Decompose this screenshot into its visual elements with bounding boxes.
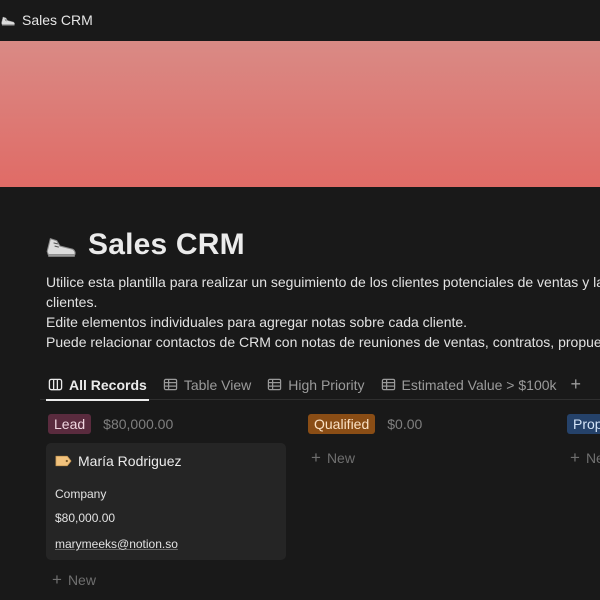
column-header[interactable]: Prop bbox=[567, 413, 600, 435]
card-value: $80,000.00 bbox=[55, 511, 116, 525]
plus-icon: + bbox=[570, 448, 580, 467]
column-header[interactable]: Qualified $0.00 bbox=[308, 413, 422, 435]
price-tag-icon bbox=[55, 455, 72, 467]
card-title: María Rodriguez bbox=[55, 453, 277, 469]
board-column-qualified: Qualified $0.00 bbox=[308, 413, 422, 435]
board-column-proposal: Prop bbox=[567, 413, 600, 435]
tab-label: Table View bbox=[183, 376, 252, 393]
new-label: New bbox=[326, 450, 355, 466]
plus-icon: + bbox=[52, 570, 62, 589]
tab-table-view[interactable]: Table View bbox=[155, 370, 259, 400]
breadcrumb[interactable]: Sales CRM bbox=[0, 10, 99, 30]
table-icon bbox=[163, 378, 178, 391]
column-header[interactable]: Lead $80,000.00 bbox=[48, 413, 173, 435]
new-card-button-proposal[interactable]: + Ne bbox=[570, 448, 600, 467]
new-card-button-lead[interactable]: + New bbox=[52, 570, 96, 589]
card-name: María Rodriguez bbox=[78, 453, 182, 469]
status-tag: Lead bbox=[48, 414, 92, 434]
description-line: Puede relacionar contactos de CRM con no… bbox=[46, 334, 600, 350]
view-tabs: All Records Table View High Priority Est… bbox=[40, 370, 600, 401]
description-line: Utilice esta plantilla para realizar un … bbox=[46, 274, 600, 290]
status-tag: Prop bbox=[567, 414, 600, 434]
sneaker-icon bbox=[1, 16, 15, 26]
add-view-button[interactable]: + bbox=[565, 370, 588, 400]
board-card[interactable]: María Rodriguez Company $80,000.00 marym… bbox=[46, 443, 286, 560]
card-company: Company bbox=[55, 487, 107, 501]
breadcrumb-title: Sales CRM bbox=[22, 12, 93, 28]
board-column-lead: Lead $80,000.00 bbox=[48, 413, 173, 435]
card-email[interactable]: marymeeks@notion.so bbox=[55, 537, 178, 551]
plus-icon: + bbox=[311, 448, 321, 467]
tab-label: Estimated Value > $100k bbox=[401, 376, 557, 393]
status-tag: Qualified bbox=[308, 414, 376, 434]
table-icon bbox=[381, 378, 395, 391]
column-sum: $80,000.00 bbox=[103, 416, 174, 432]
description-line: clientes. bbox=[46, 294, 98, 310]
table-icon bbox=[268, 378, 282, 391]
page-description: Utilice esta plantilla para realizar un … bbox=[46, 272, 600, 352]
sneaker-icon[interactable] bbox=[44, 228, 78, 262]
tab-label: High Priority bbox=[288, 376, 365, 393]
description-line: Edite elementos individuales para agrega… bbox=[46, 314, 468, 330]
new-card-button-qualified[interactable]: + New bbox=[311, 448, 355, 467]
tab-label: All Records bbox=[69, 376, 147, 393]
top-bar: Sales CRM bbox=[0, 0, 600, 40]
tab-all-records[interactable]: All Records bbox=[40, 370, 155, 401]
page-title[interactable]: Sales CRM bbox=[88, 228, 245, 262]
tab-estimated-value[interactable]: Estimated Value > $100k bbox=[373, 370, 565, 400]
tab-high-priority[interactable]: High Priority bbox=[259, 370, 372, 400]
page-title-row: Sales CRM bbox=[44, 228, 245, 262]
new-label: Ne bbox=[585, 450, 600, 466]
new-label: New bbox=[67, 572, 96, 588]
board-icon bbox=[48, 378, 63, 391]
cover-image[interactable] bbox=[0, 41, 600, 187]
column-sum: $0.00 bbox=[387, 416, 423, 432]
